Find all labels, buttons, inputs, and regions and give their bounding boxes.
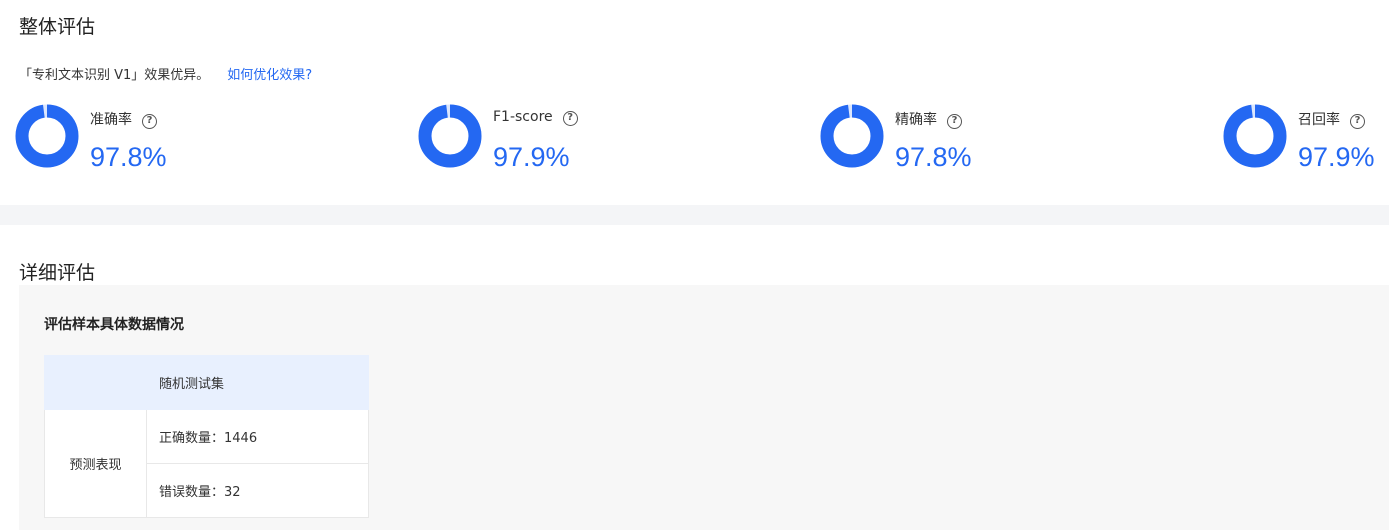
precision-label: 精确率 bbox=[895, 112, 937, 128]
overall-evaluation-section: 整体评估 「专利文本识别 V1」效果优异。 如何优化效果? 准确率? 97.8% … bbox=[0, 0, 1389, 205]
optimize-effect-link[interactable]: 如何优化效果? bbox=[227, 68, 312, 83]
precision-donut-chart bbox=[820, 104, 884, 168]
table-row: 预测表现 正确数量：1446 bbox=[44, 409, 369, 518]
summary-text: 「专利文本识别 V1」效果优异。 bbox=[19, 68, 210, 83]
question-circle-icon[interactable]: ? bbox=[562, 111, 578, 126]
donut-progress-arc bbox=[15, 104, 79, 168]
wrong-count-cell: 错误数量：32 bbox=[146, 463, 369, 518]
recall-donut-chart bbox=[1223, 104, 1287, 168]
detailed-evaluation-panel: 评估样本具体数据情况 随机测试集 预测表现 正确数量：1446 错误数量：32 bbox=[19, 285, 1389, 530]
recall-label: 召回率 bbox=[1298, 112, 1340, 128]
detailed-evaluation-title: 详细评估 bbox=[19, 262, 96, 284]
donut-progress-arc bbox=[1223, 104, 1287, 168]
accuracy-value: 97.8% bbox=[90, 142, 167, 172]
summary-line: 「专利文本识别 V1」效果优异。 如何优化效果? bbox=[19, 64, 312, 83]
accuracy-label: 准确率 bbox=[90, 112, 132, 128]
f1-score-label: F1-score bbox=[493, 109, 553, 125]
overall-evaluation-title: 整体评估 bbox=[19, 16, 96, 38]
evaluation-table: 随机测试集 预测表现 正确数量：1446 错误数量：32 bbox=[44, 355, 369, 518]
f1-score-value: 97.9% bbox=[493, 142, 570, 172]
metric-accuracy: 准确率? 97.8% bbox=[15, 104, 255, 184]
question-circle-icon[interactable]: ? bbox=[947, 114, 962, 129]
donut-progress-arc bbox=[820, 104, 884, 168]
section-divider bbox=[0, 205, 1389, 225]
table-header-row: 随机测试集 bbox=[44, 355, 369, 410]
metric-f1-score: F1-score? 97.9% bbox=[418, 104, 658, 184]
question-circle-icon[interactable]: ? bbox=[142, 114, 157, 129]
recall-value: 97.9% bbox=[1298, 142, 1375, 172]
metric-precision: 精确率? 97.8% bbox=[820, 104, 1060, 184]
metric-recall: 召回率? 97.9% bbox=[1223, 104, 1389, 184]
table-corner-cell bbox=[44, 355, 147, 410]
accuracy-donut-chart bbox=[15, 104, 79, 168]
random-test-set-header: 随机测试集 bbox=[146, 355, 369, 410]
prediction-performance-cell: 预测表现 bbox=[44, 409, 147, 518]
question-circle-icon[interactable]: ? bbox=[1350, 114, 1365, 129]
sample-data-title: 评估样本具体数据情况 bbox=[44, 317, 184, 333]
correct-count-cell: 正确数量：1446 bbox=[146, 409, 369, 464]
donut-progress-arc bbox=[418, 104, 482, 168]
precision-value: 97.8% bbox=[895, 142, 972, 172]
f1-score-donut-chart bbox=[418, 104, 482, 168]
